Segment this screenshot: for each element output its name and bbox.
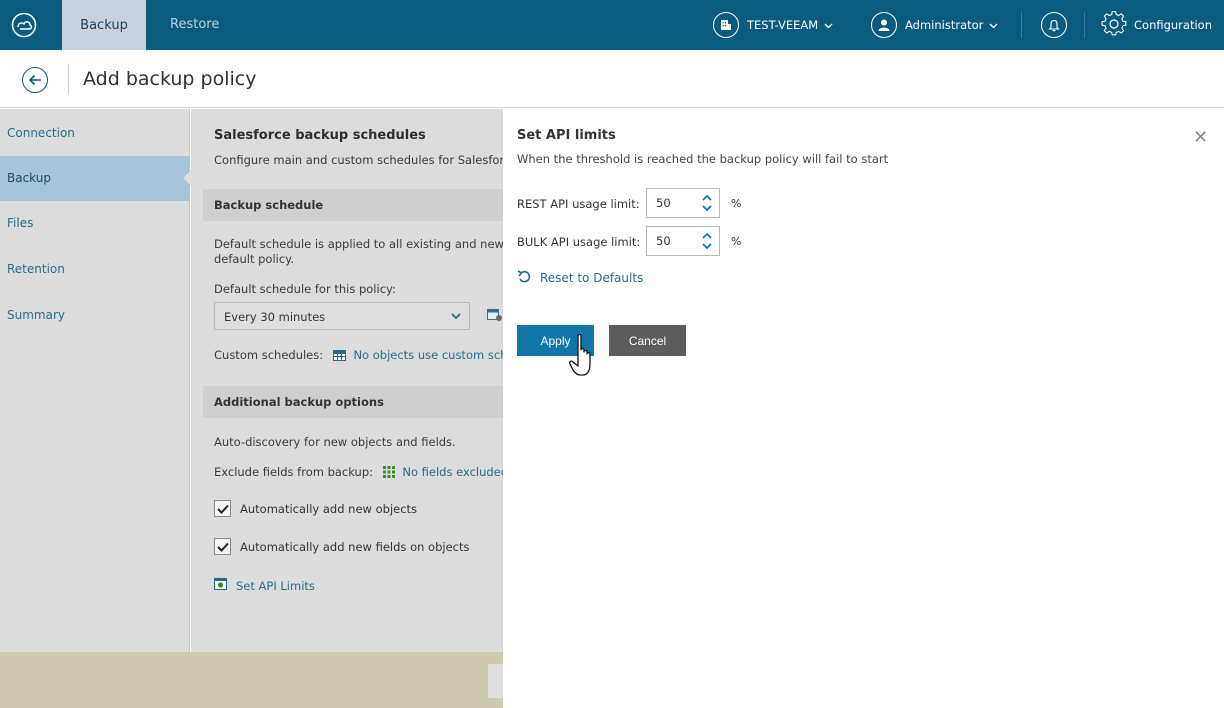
default-schedule-select[interactable]: Every 30 minutes (214, 302, 470, 330)
section-title: Salesforce backup schedules (214, 128, 426, 143)
backup-schedule-header: Backup schedule (203, 189, 503, 221)
schedule-description-2: default policy. (214, 252, 294, 266)
footer-button[interactable] (488, 664, 503, 698)
user-menu[interactable]: Administrator (871, 0, 998, 50)
gear-icon (1099, 9, 1129, 42)
calendar-settings-icon[interactable] (487, 308, 503, 325)
chevron-down-icon (989, 18, 998, 32)
set-api-limits-link[interactable]: Set API Limits (214, 578, 315, 593)
close-icon[interactable]: ✕ (1193, 127, 1208, 148)
reset-defaults-label: Reset to Defaults (540, 271, 644, 285)
additional-options-header: Additional backup options (203, 386, 503, 418)
top-bar: Backup Restore TEST-VEEAM Administrator … (0, 0, 1224, 50)
api-limits-icon (214, 578, 227, 593)
rest-limit-unit: % (731, 197, 742, 210)
tab-backup[interactable]: Backup (62, 0, 146, 50)
custom-schedules-label: Custom schedules: (214, 348, 324, 362)
user-name: Administrator (905, 18, 984, 32)
stepper-arrows-icon[interactable] (701, 229, 713, 253)
section-subtitle: Configure main and custom schedules for … (214, 153, 503, 167)
custom-schedules-row: Custom schedules: No objects use custom … (214, 348, 503, 364)
main-content: Salesforce backup schedules Configure ma… (191, 109, 503, 652)
check-icon (216, 542, 229, 552)
additional-options-header-label: Additional backup options (214, 395, 384, 409)
default-schedule-label: Default schedule for this policy: (214, 282, 396, 296)
rest-limit-value: 50 (656, 196, 671, 210)
divider (68, 64, 69, 94)
page-header: Add backup policy (0, 50, 1224, 108)
tab-restore[interactable]: Restore (170, 0, 219, 50)
default-schedule-value: Every 30 minutes (224, 310, 326, 324)
sidebar-item-label: Backup (7, 171, 51, 185)
custom-schedules-link[interactable]: No objects use custom sch (353, 348, 503, 362)
server-name: TEST-VEEAM (747, 18, 819, 32)
table-icon (332, 350, 346, 364)
set-api-limits-label: Set API Limits (236, 578, 315, 593)
hand-pointer-icon (569, 333, 599, 384)
user-icon (871, 12, 897, 38)
schedule-description: Default schedule is applied to all exist… (214, 237, 503, 251)
sidebar-item-connection[interactable]: Connection (0, 111, 190, 156)
stepper-arrows-icon[interactable] (701, 191, 713, 215)
arrow-left-icon (28, 74, 41, 86)
bell-icon (1041, 12, 1067, 38)
cloud-logo-icon[interactable] (0, 0, 48, 50)
wizard-footer (0, 652, 503, 708)
auto-add-fields-label: Automatically add new fields on objects (240, 540, 470, 554)
configuration-label: Configuration (1134, 18, 1212, 32)
sidebar-item-files[interactable]: Files (0, 201, 190, 246)
page-title: Add backup policy (83, 68, 257, 90)
wizard-steps: Connection Backup Files Retention Summar… (0, 109, 191, 652)
sidebar-item-backup[interactable]: Backup (0, 156, 191, 201)
server-selector[interactable]: TEST-VEEAM (713, 0, 833, 50)
chevron-down-icon (451, 309, 461, 323)
divider (1084, 12, 1085, 38)
check-icon (216, 504, 229, 514)
rest-limit-label: REST API usage limit: (517, 197, 640, 211)
auto-add-objects-label: Automatically add new objects (240, 502, 418, 516)
panel-title: Set API limits (517, 128, 616, 143)
notifications-button[interactable] (1041, 0, 1067, 50)
building-icon (713, 12, 739, 38)
exclude-fields-link[interactable]: No fields excluded (402, 465, 503, 479)
bulk-limit-stepper[interactable]: 50 (646, 226, 720, 256)
panel-subtitle: When the threshold is reached the backup… (517, 152, 889, 166)
active-indicator (183, 170, 191, 186)
exclude-fields-label: Exclude fields from backup: (214, 465, 374, 479)
cancel-button[interactable]: Cancel (609, 325, 686, 356)
bulk-limit-unit: % (731, 235, 742, 248)
undo-icon (517, 270, 531, 286)
configuration-button[interactable]: Configuration (1099, 0, 1212, 50)
backup-schedule-header-label: Backup schedule (214, 198, 324, 212)
autodiscovery-text: Auto-discovery for new objects and field… (214, 435, 456, 449)
auto-add-objects-checkbox[interactable] (214, 500, 231, 517)
bulk-limit-label: BULK API usage limit: (517, 235, 641, 249)
divider (1021, 12, 1022, 38)
sidebar-item-summary[interactable]: Summary (0, 293, 190, 338)
grid-icon (382, 466, 395, 481)
rest-limit-stepper[interactable]: 50 (646, 188, 720, 218)
chevron-down-icon (824, 18, 833, 32)
back-button[interactable] (22, 67, 48, 93)
bulk-limit-value: 50 (656, 234, 671, 248)
sidebar-item-retention[interactable]: Retention (0, 247, 190, 292)
reset-defaults-link[interactable]: Reset to Defaults (517, 270, 643, 286)
api-limits-panel: Set API limits When the threshold is rea… (503, 109, 1224, 708)
auto-add-fields-checkbox[interactable] (214, 538, 231, 555)
exclude-fields-row: Exclude fields from backup: No fields ex… (214, 465, 503, 481)
